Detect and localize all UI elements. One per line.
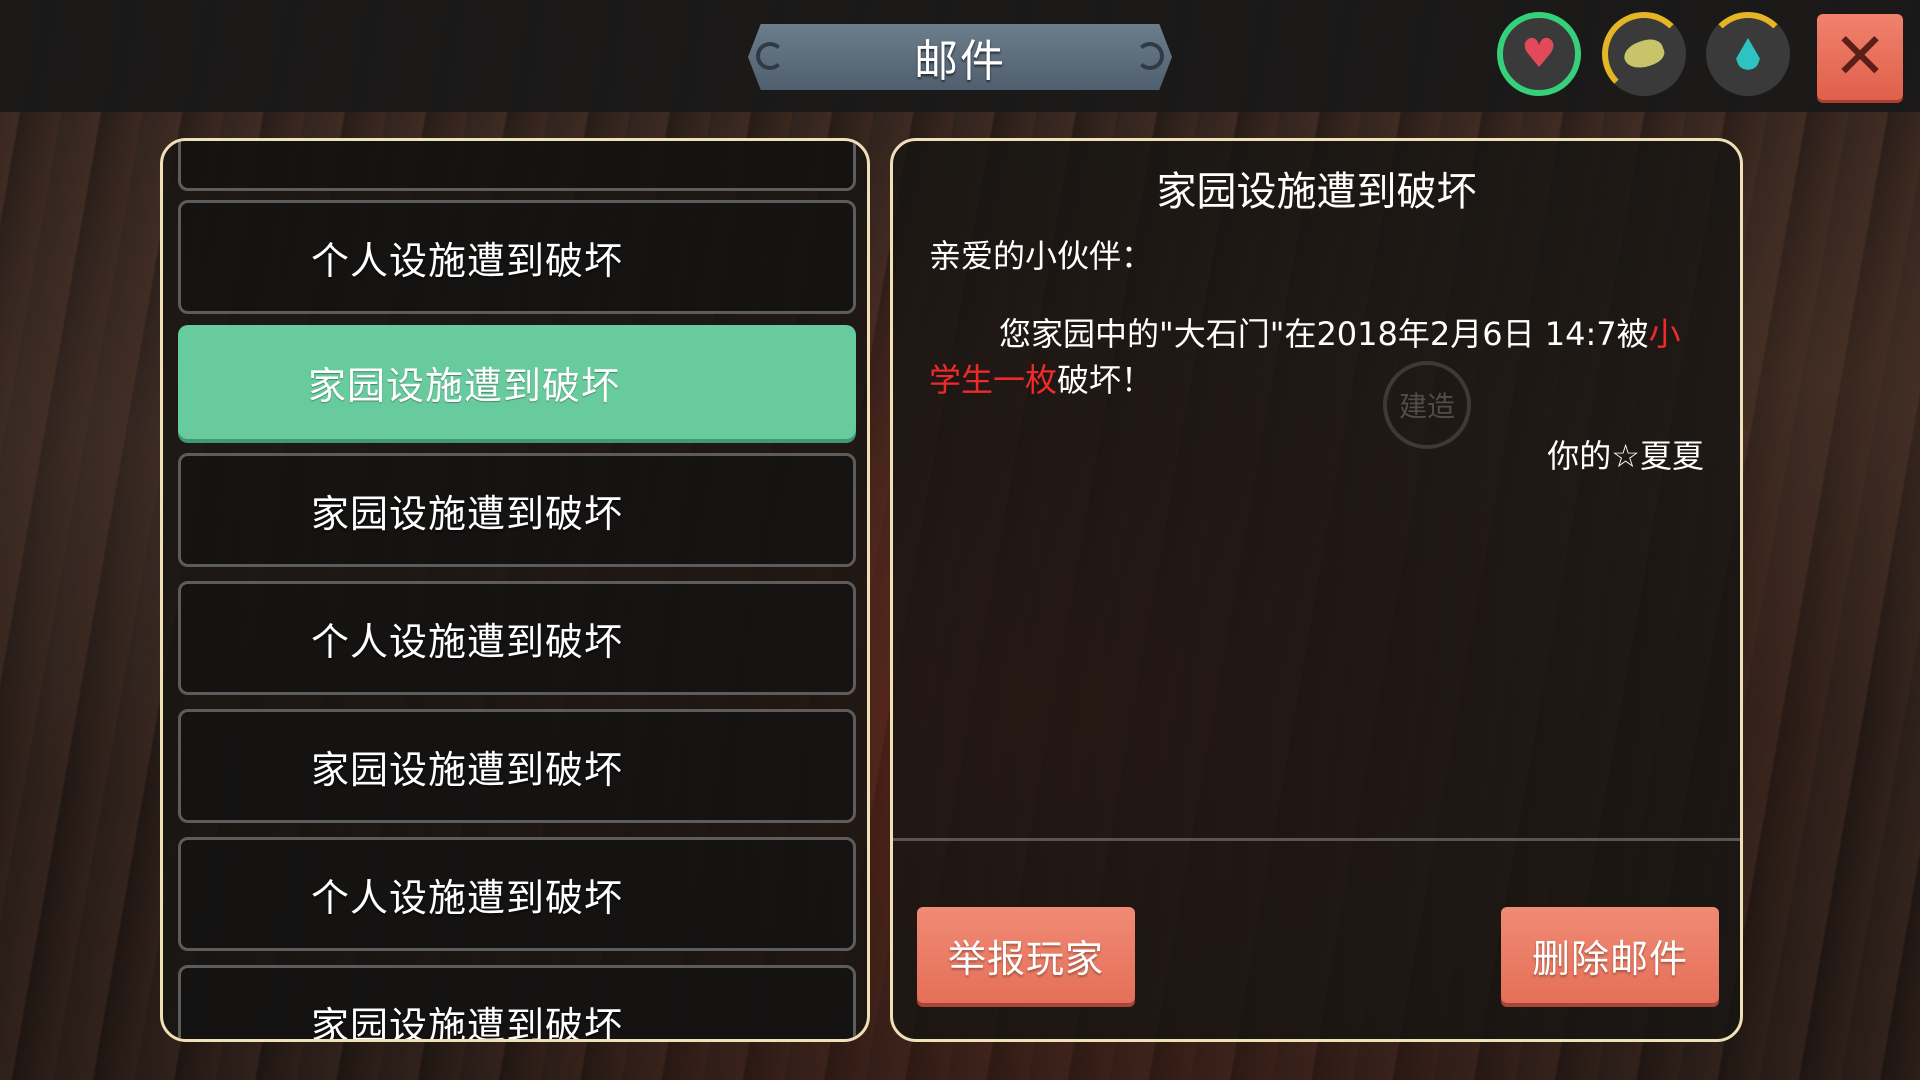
mail-list-item[interactable]: 家园设施遭到破坏 — [178, 965, 856, 1042]
divider — [893, 838, 1740, 841]
hunger-gauge — [1602, 12, 1686, 96]
build-watermark-icon: 建造 — [1383, 361, 1471, 449]
banner-hook-right-icon — [1136, 42, 1164, 70]
mail-body: 您家园中的"大石门"在2018年2月6日 14:7被小学生一枚破坏！ — [929, 311, 1711, 403]
mail-body-text-end: 破坏！ — [1057, 361, 1154, 399]
mail-item-label: 家园设施遭到破坏 — [311, 1003, 624, 1042]
close-button[interactable]: ✕ — [1817, 14, 1903, 100]
water-drop-icon — [1736, 38, 1760, 70]
heart-icon: ♥ — [1521, 31, 1557, 77]
mail-item-label: 家园设施遭到破坏 — [311, 491, 624, 536]
mail-item-label: 个人设施遭到破坏 — [311, 875, 624, 920]
mail-list-item[interactable]: 个人设施遭到破坏 — [178, 200, 856, 314]
mail-list-item[interactable]: 个人设施遭到破坏 — [178, 581, 856, 695]
mail-list-item[interactable]: 家园设施遭到破坏 — [178, 709, 856, 823]
mail-item-label: 个人设施遭到破坏 — [311, 238, 624, 283]
mail-item-label: 家园设施遭到破坏 — [311, 747, 624, 792]
mail-list-panel[interactable]: 个人设施遭到破坏 家园设施遭到破坏 家园设施遭到破坏 个人设施遭到破坏 家园设施… — [160, 138, 870, 1042]
mail-item-label: 个人设施遭到破坏 — [311, 619, 624, 664]
mail-greeting: 亲爱的小伙伴： — [929, 237, 1154, 275]
close-icon: ✕ — [1833, 20, 1887, 94]
report-player-button[interactable]: 举报玩家 — [917, 907, 1135, 1003]
build-watermark-label: 建造 — [1398, 390, 1455, 423]
mail-list-item[interactable]: 家园设施遭到破坏 — [178, 453, 856, 567]
mail-detail-title: 家园设施遭到破坏 — [1156, 169, 1477, 215]
mail-item-label: 家园设施遭到破坏 — [308, 363, 621, 408]
health-gauge: ♥ — [1497, 12, 1581, 96]
mail-list-item-selected[interactable]: 家园设施遭到破坏 — [178, 325, 856, 439]
mail-list-item[interactable] — [178, 141, 856, 191]
mail-list-item[interactable]: 个人设施遭到破坏 — [178, 837, 856, 951]
page-title: 邮件 — [914, 36, 1006, 87]
mail-detail-panel: 家园设施遭到破坏 亲爱的小伙伴： 您家园中的"大石门"在2018年2月6日 14… — [890, 138, 1743, 1042]
mail-signature: 你的☆夏夏 — [1547, 437, 1704, 475]
mail-list[interactable]: 个人设施遭到破坏 家园设施遭到破坏 家园设施遭到破坏 个人设施遭到破坏 家园设施… — [178, 141, 856, 1039]
mail-body-text: 您家园中的"大石门"在2018年2月6日 14:7被 — [999, 315, 1649, 353]
food-icon — [1620, 34, 1668, 74]
top-bar: 邮件 ♥ ✕ — [0, 0, 1920, 112]
title-banner: 邮件 — [748, 24, 1172, 90]
banner-hook-left-icon — [756, 42, 784, 70]
thirst-gauge — [1706, 12, 1790, 96]
delete-mail-button[interactable]: 删除邮件 — [1501, 907, 1719, 1003]
